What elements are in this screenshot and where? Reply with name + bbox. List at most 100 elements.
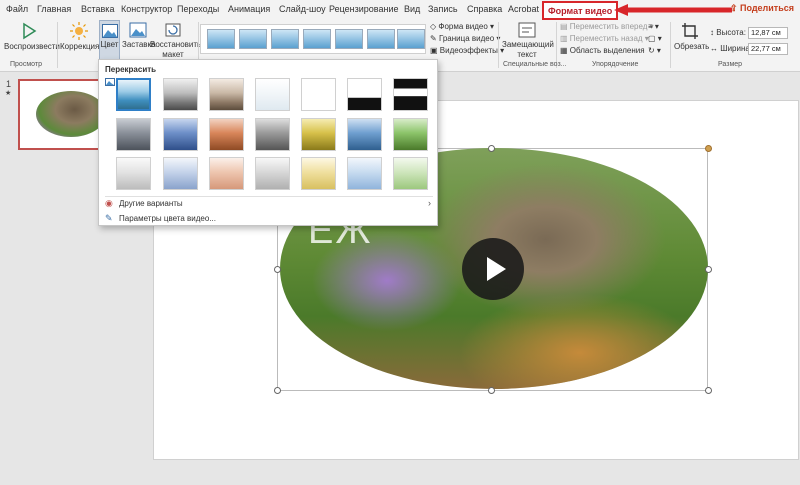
video-style-thumb[interactable]	[335, 29, 363, 49]
group-label-arrange: Упорядочение	[592, 61, 639, 68]
recolor-option-bw-75[interactable]	[393, 78, 428, 111]
video-style-thumb[interactable]	[367, 29, 395, 49]
more-variants-item[interactable]: Другие варианты	[119, 199, 183, 208]
group-icon[interactable]: ▢ ▾	[648, 34, 662, 43]
tab-transitions[interactable]: Переходы	[177, 4, 219, 18]
recolor-title: Перекрасить	[105, 65, 157, 74]
recolor-option-dark-5[interactable]	[301, 118, 336, 151]
tab-insert[interactable]: Вставка	[81, 4, 114, 18]
height-field[interactable]: 12,87 см	[748, 27, 788, 39]
tab-record[interactable]: Запись	[428, 4, 458, 18]
selection-pane-button[interactable]: ▦ Область выделения	[560, 46, 645, 55]
recolor-option-none[interactable]	[116, 78, 151, 111]
crop-icon	[682, 23, 698, 39]
recolor-option-dark-3[interactable]	[209, 118, 244, 151]
group-label-size: Размер	[718, 61, 743, 68]
align-icon[interactable]: ≡ ▾	[648, 22, 659, 31]
sun-icon	[70, 22, 88, 40]
resize-handle-bottom-right[interactable]	[705, 387, 712, 394]
recolor-option-light-5[interactable]	[301, 157, 336, 190]
effects-icon: ▣	[430, 46, 440, 55]
share-button[interactable]: ⇪ Поделиться	[730, 3, 794, 14]
recolor-option-light-2[interactable]	[163, 157, 198, 190]
video-border-menu[interactable]: ✎ Граница видео ▾	[430, 34, 500, 43]
recolor-option-light-6[interactable]	[347, 157, 382, 190]
reset-icon	[165, 23, 181, 37]
video-styles-gallery[interactable]	[200, 24, 426, 54]
chevron-right-icon: ›	[428, 198, 431, 208]
resize-handle-top[interactable]	[488, 145, 495, 152]
tab-slideshow[interactable]: Слайд-шоу	[279, 4, 326, 18]
width-field[interactable]: 22,77 см	[748, 43, 788, 55]
resize-handle-top-right[interactable]	[705, 145, 712, 152]
recolor-option-light-7[interactable]	[393, 157, 428, 190]
image-icon	[101, 24, 118, 38]
recolor-dropdown: Перекрасить ◉ Другие варианты › ✎ Параме…	[98, 59, 438, 226]
height-label: ↕ Высота:	[710, 28, 746, 37]
video-color-options-item[interactable]: Параметры цвета видео...	[119, 214, 216, 223]
no-recolor-icon	[105, 78, 115, 86]
recolor-option-dark-6[interactable]	[347, 118, 382, 151]
play-icon	[23, 22, 37, 40]
tab-help[interactable]: Справка	[467, 4, 502, 18]
reset-design-button[interactable]: Восстановить макет	[150, 22, 201, 60]
alt-text-button[interactable]: Замещающий текст	[502, 22, 554, 60]
selection-pane-icon: ▦	[560, 46, 570, 55]
bring-forward-icon: ▤	[560, 22, 570, 31]
correction-button[interactable]: Коррекция	[60, 22, 99, 52]
play-button[interactable]: Воспроизвести	[4, 22, 60, 52]
recolor-option-bw-50[interactable]	[347, 78, 382, 111]
tab-home[interactable]: Главная	[37, 4, 71, 18]
video-style-thumb[interactable]	[271, 29, 299, 49]
tab-acrobat[interactable]: Acrobat	[508, 4, 539, 18]
width-icon: ↔	[710, 44, 721, 53]
width-label: ↔ Ширина:	[710, 44, 753, 53]
tab-review[interactable]: Рецензирование	[329, 4, 399, 18]
rotate-icon[interactable]: ↻ ▾	[648, 46, 661, 55]
crop-button[interactable]: Обрезать	[674, 22, 709, 52]
color-button[interactable]: Цвет	[99, 20, 120, 60]
resize-handle-left[interactable]	[274, 266, 281, 273]
video-style-thumb[interactable]	[397, 29, 425, 49]
resize-handle-right[interactable]	[705, 266, 712, 273]
red-arrow-annotation	[614, 4, 732, 16]
slide-star-icon: ★	[5, 90, 12, 97]
tab-animations[interactable]: Анимация	[228, 4, 270, 18]
tab-design[interactable]: Конструктор	[121, 4, 172, 18]
recolor-option-dark-1[interactable]	[116, 118, 151, 151]
group-label-special: Специальные воз...	[503, 61, 567, 68]
send-backward-menu[interactable]: ▥ Переместить назад ▾	[560, 34, 649, 43]
share-icon: ⇪	[729, 3, 740, 13]
video-shape-menu[interactable]: ◇ Форма видео ▾	[430, 22, 494, 31]
recolor-option-grayscale[interactable]	[163, 78, 198, 111]
tab-video-format[interactable]: Формат видео	[542, 1, 619, 20]
slide-number: 1	[6, 79, 12, 89]
recolor-option-sepia[interactable]	[209, 78, 244, 111]
ribbon-tabs: Файл Главная Вставка Конструктор Переход…	[0, 0, 800, 20]
recolor-option-dark-7[interactable]	[393, 118, 428, 151]
video-effects-menu[interactable]: ▣ Видеоэффекты ▾	[430, 46, 504, 55]
poster-frame-icon	[129, 22, 147, 38]
alt-text-icon	[518, 22, 536, 38]
send-backward-icon: ▥	[560, 34, 570, 43]
recolor-option-light-3[interactable]	[209, 157, 244, 190]
video-style-thumb[interactable]	[303, 29, 331, 49]
color-options-icon: ✎	[105, 213, 113, 223]
bring-forward-menu[interactable]: ▤ Переместить вперед ▾	[560, 22, 654, 31]
video-style-thumb[interactable]	[239, 29, 267, 49]
recolor-option-washout[interactable]	[255, 78, 290, 111]
resize-handle-bottom-left[interactable]	[274, 387, 281, 394]
video-style-thumb[interactable]	[207, 29, 235, 49]
recolor-option-dark-2[interactable]	[163, 118, 198, 151]
recolor-option-light-4[interactable]	[255, 157, 290, 190]
recolor-option-bw-25[interactable]	[301, 78, 336, 111]
group-label-preview: Просмотр	[10, 61, 42, 68]
play-video-button[interactable]	[462, 238, 524, 300]
palette-icon: ◉	[105, 198, 113, 208]
pen-icon: ✎	[430, 34, 439, 43]
recolor-option-light-1[interactable]	[116, 157, 151, 190]
recolor-option-dark-4[interactable]	[255, 118, 290, 151]
resize-handle-bottom[interactable]	[488, 387, 495, 394]
tab-file[interactable]: Файл	[6, 4, 28, 18]
tab-view[interactable]: Вид	[404, 4, 420, 18]
